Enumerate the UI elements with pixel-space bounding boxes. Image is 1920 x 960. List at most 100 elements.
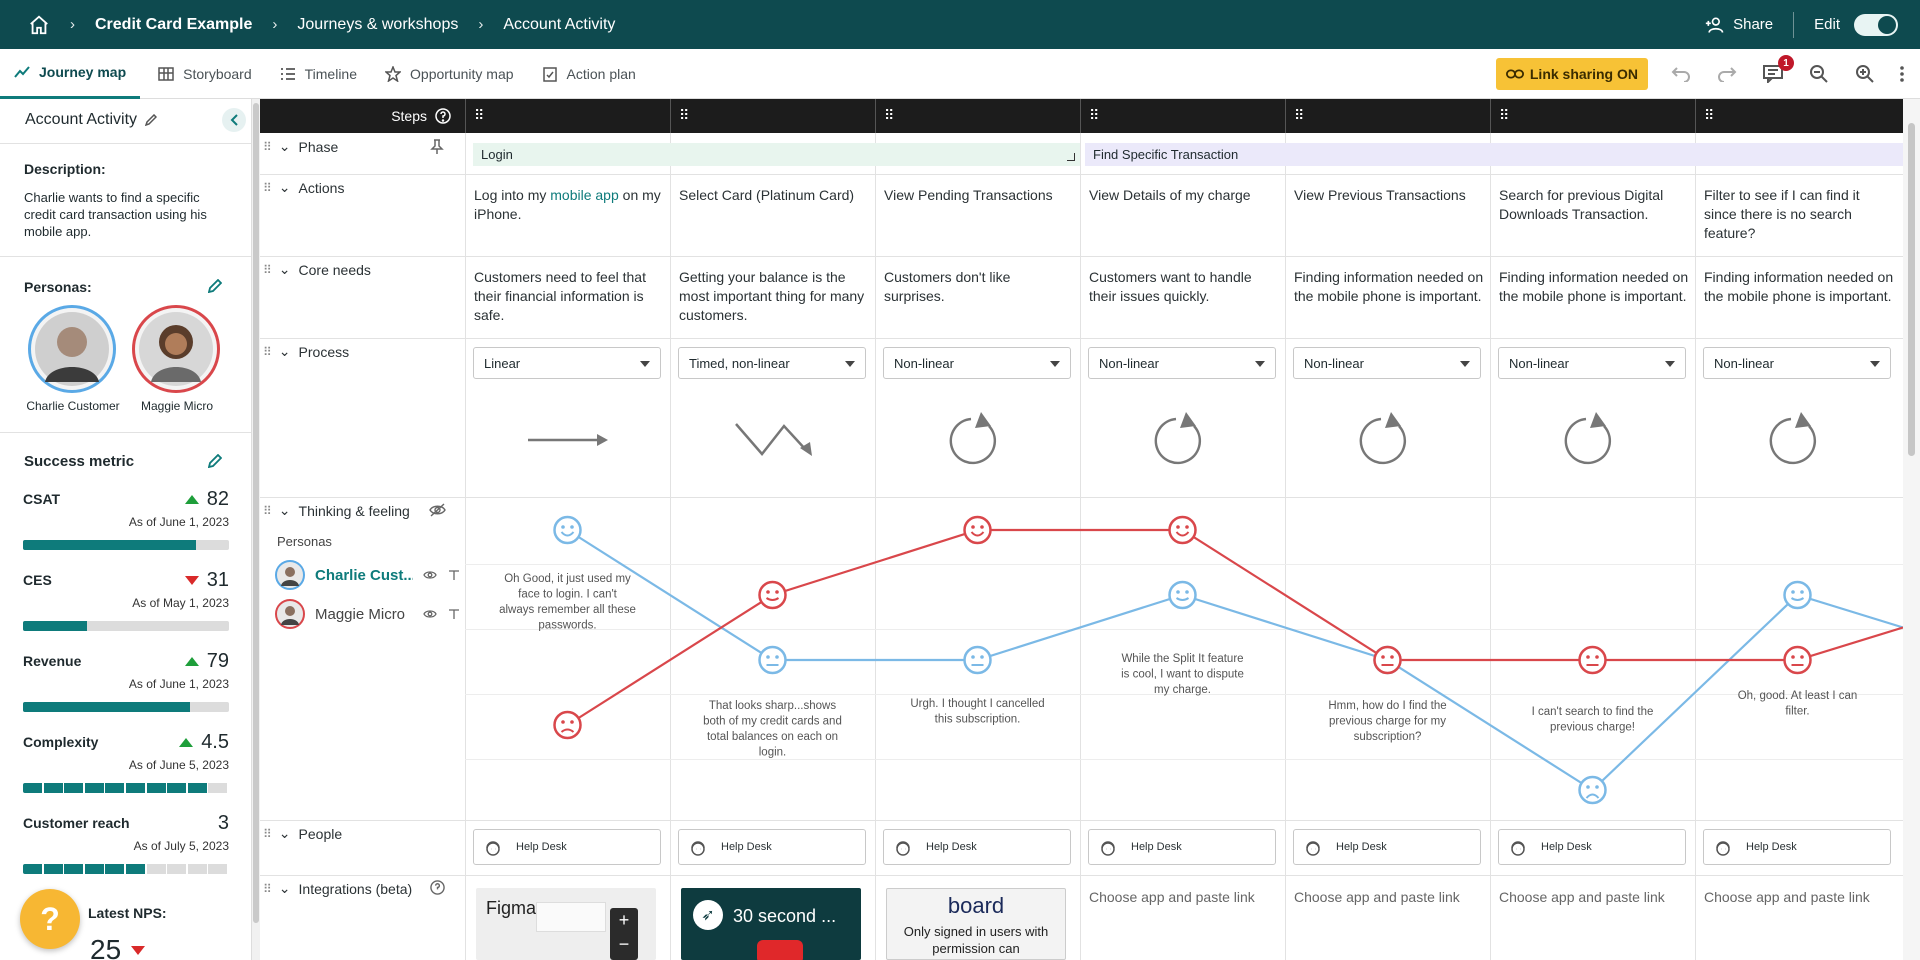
- tab-action-plan[interactable]: Action plan: [528, 49, 650, 99]
- people-chip[interactable]: Help Desk: [678, 829, 866, 865]
- drag-handle-icon[interactable]: ⠿: [263, 140, 272, 154]
- persona-charlie[interactable]: Charlie Customer: [26, 305, 120, 413]
- chevron-down-icon[interactable]: ⌄: [279, 179, 291, 196]
- mobile-app-link[interactable]: mobile app: [550, 187, 619, 203]
- drag-handle-icon[interactable]: ⠿: [1089, 107, 1099, 124]
- step-column-header[interactable]: ⠿: [465, 99, 670, 133]
- people-chip[interactable]: Help Desk: [1088, 829, 1276, 865]
- video-embed[interactable]: ➶ 30 second ...: [681, 888, 861, 960]
- eye-icon[interactable]: [423, 609, 437, 619]
- persona-row[interactable]: Charlie Cust...: [275, 560, 461, 590]
- eye-icon[interactable]: [423, 570, 437, 580]
- action-cell[interactable]: View Details of my charge: [1089, 186, 1279, 205]
- people-chip[interactable]: Help Desk: [1293, 829, 1481, 865]
- board-embed[interactable]: board Only signed in users with permissio…: [886, 888, 1066, 960]
- core-need-cell[interactable]: Getting your balance is the most importa…: [679, 268, 869, 325]
- text-toggle-icon[interactable]: [447, 569, 461, 581]
- action-cell[interactable]: View Pending Transactions: [884, 186, 1074, 205]
- emotion-point[interactable]: [758, 645, 787, 675]
- integration-placeholder[interactable]: Choose app and paste link: [1704, 889, 1870, 905]
- collapse-sidebar-button[interactable]: [222, 108, 246, 132]
- redo-icon[interactable]: [1714, 61, 1740, 87]
- chevron-down-icon[interactable]: ⌄: [279, 880, 291, 897]
- drag-handle-icon[interactable]: ⠿: [1294, 107, 1304, 124]
- drag-handle-icon[interactable]: ⠿: [263, 882, 272, 896]
- emotion-point[interactable]: [963, 645, 992, 675]
- emotion-point[interactable]: [1578, 775, 1607, 805]
- drag-handle-icon[interactable]: ⠿: [474, 107, 484, 124]
- row-integrations[interactable]: ⠿ ⌄ Integrations (beta): [263, 880, 412, 897]
- tab-opportunity-map[interactable]: Opportunity map: [371, 49, 528, 99]
- grid-scrollbar[interactable]: [1903, 99, 1920, 960]
- drag-handle-icon[interactable]: ⠿: [263, 504, 272, 518]
- chevron-down-icon[interactable]: ⌄: [279, 261, 291, 278]
- annotation-2[interactable]: Urgh. I thought I cancelled this subscrip…: [910, 698, 1044, 726]
- action-cell[interactable]: Search for previous Digital Downloads Tr…: [1499, 186, 1689, 224]
- people-chip[interactable]: Help Desk: [473, 829, 661, 865]
- phase-find-specific-transaction[interactable]: Find Specific Transaction: [1085, 143, 1903, 166]
- action-cell[interactable]: Log into my mobile app on my iPhone.: [474, 186, 664, 224]
- emotion-point[interactable]: [1168, 515, 1197, 545]
- step-column-header[interactable]: ⠿: [1080, 99, 1285, 133]
- zoom-out-icon[interactable]: [1806, 61, 1832, 87]
- emotion-point[interactable]: [1578, 645, 1607, 675]
- edit-pencil-icon[interactable]: [145, 114, 158, 126]
- row-phase[interactable]: ⠿ ⌄ Phase: [263, 138, 338, 155]
- emotion-point[interactable]: [963, 515, 992, 545]
- breadcrumb-journeys[interactable]: Journeys & workshops: [297, 16, 458, 34]
- annotation-4[interactable]: Hmm, how do I find the previous charge fo…: [1328, 700, 1446, 743]
- drag-handle-icon[interactable]: ⠿: [263, 827, 272, 841]
- text-toggle-icon[interactable]: [447, 608, 461, 620]
- process-select[interactable]: Non-linear: [1088, 347, 1276, 379]
- annotation-6[interactable]: Oh, good. At least I can filter.: [1738, 690, 1858, 718]
- people-chip[interactable]: Help Desk: [1498, 829, 1686, 865]
- drag-handle-icon[interactable]: ⠿: [679, 107, 689, 124]
- share-button[interactable]: Share: [1705, 16, 1773, 34]
- row-people[interactable]: ⠿ ⌄ People: [263, 825, 342, 842]
- step-column-header[interactable]: ⠿: [1285, 99, 1490, 133]
- emotion-point[interactable]: [1783, 580, 1812, 610]
- drag-handle-icon[interactable]: ⠿: [1704, 107, 1714, 124]
- step-column-header[interactable]: ⠿: [1490, 99, 1695, 133]
- drag-handle-icon[interactable]: ⠿: [263, 345, 272, 359]
- process-select[interactable]: Timed, non-linear: [678, 347, 866, 379]
- people-chip[interactable]: Help Desk: [883, 829, 1071, 865]
- process-select[interactable]: Linear: [473, 347, 661, 379]
- emotion-point[interactable]: [1783, 645, 1812, 675]
- drag-handle-icon[interactable]: ⠿: [884, 107, 894, 124]
- home-icon[interactable]: [28, 14, 50, 36]
- drag-handle-icon[interactable]: ⠿: [1499, 107, 1509, 124]
- step-column-header[interactable]: ⠿: [1695, 99, 1903, 133]
- edit-metrics-icon[interactable]: [208, 454, 222, 468]
- help-button[interactable]: ?: [20, 889, 80, 949]
- emotion-point[interactable]: [553, 515, 582, 545]
- resize-handle-icon[interactable]: [1067, 153, 1075, 161]
- sidebar-scrollbar[interactable]: [252, 99, 260, 960]
- tab-timeline[interactable]: Timeline: [266, 49, 371, 99]
- process-select[interactable]: Non-linear: [1703, 347, 1891, 379]
- link-sharing-button[interactable]: Link sharing ON: [1495, 58, 1648, 90]
- step-column-header[interactable]: ⠿: [875, 99, 1080, 133]
- drag-handle-icon[interactable]: ⠿: [263, 263, 272, 277]
- figma-embed[interactable]: Figma + −: [476, 888, 656, 960]
- phase-login[interactable]: Login: [473, 143, 1080, 166]
- action-cell[interactable]: Select Card (Platinum Card): [679, 186, 869, 205]
- persona-maggie[interactable]: Maggie Micro: [132, 305, 222, 413]
- drag-handle-icon[interactable]: ⠿: [263, 181, 272, 195]
- pin-icon[interactable]: [430, 139, 444, 155]
- emotion-point[interactable]: [553, 710, 582, 740]
- more-options-icon[interactable]: [1898, 61, 1906, 87]
- step-column-header[interactable]: ⠿: [670, 99, 875, 133]
- persona-row[interactable]: Maggie Micro: [275, 599, 461, 629]
- row-process[interactable]: ⠿ ⌄ Process: [263, 343, 349, 360]
- core-need-cell[interactable]: Customers want to handle their issues qu…: [1089, 268, 1279, 306]
- annotation-3[interactable]: While the Split It feature is cool, I wan…: [1121, 653, 1244, 696]
- annotation-1[interactable]: That looks sharp...shows both of my credi…: [703, 700, 842, 759]
- row-core-needs[interactable]: ⠿ ⌄ Core needs: [263, 261, 371, 278]
- core-need-cell[interactable]: Finding information needed on the mobile…: [1499, 268, 1689, 306]
- emotion-point[interactable]: [1373, 645, 1402, 675]
- eye-off-icon[interactable]: [429, 503, 446, 517]
- integration-placeholder[interactable]: Choose app and paste link: [1294, 889, 1460, 905]
- emotion-point[interactable]: [758, 580, 787, 610]
- chevron-down-icon[interactable]: ⌄: [279, 343, 291, 360]
